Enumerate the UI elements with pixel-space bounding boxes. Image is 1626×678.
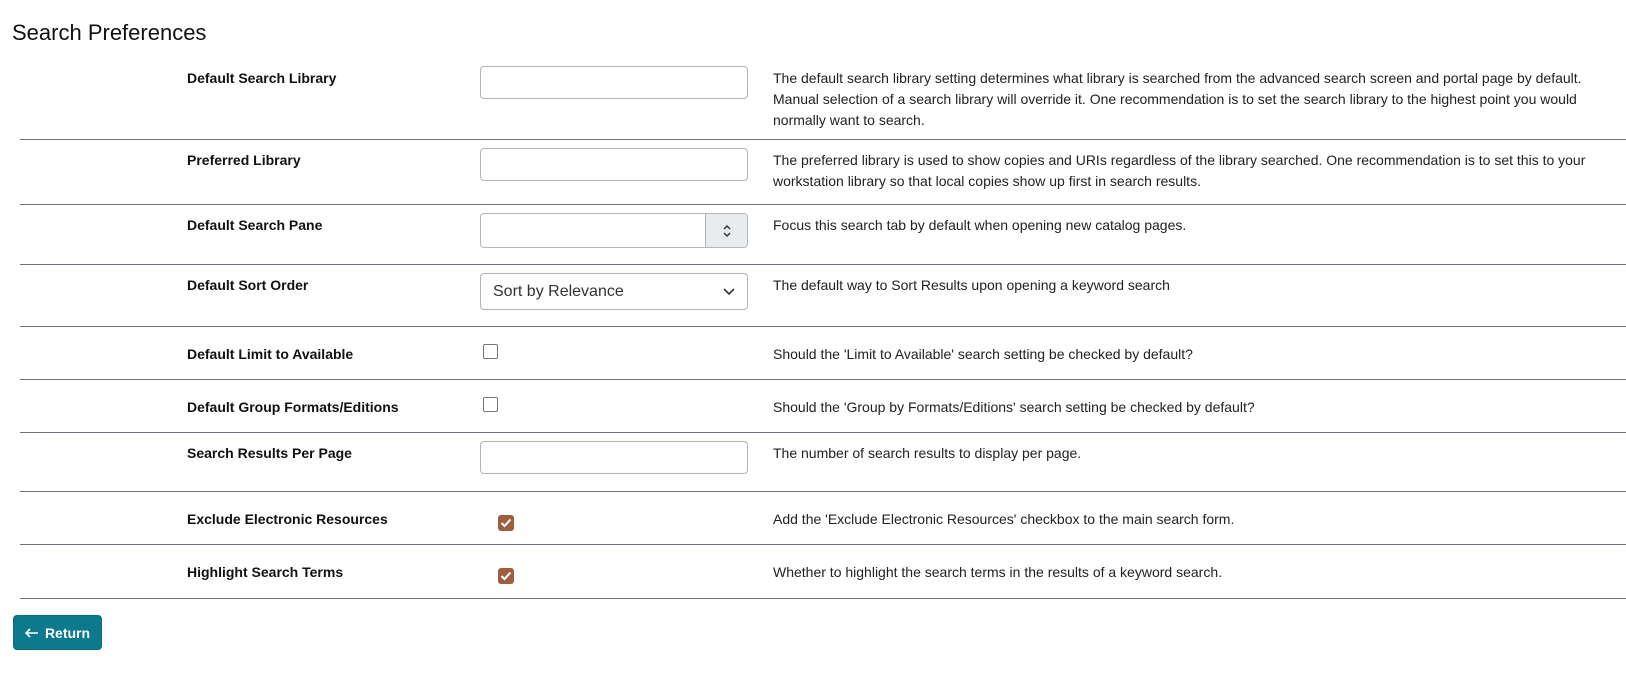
default-limit-to-available-label: Default Limit to Available <box>187 346 354 362</box>
up-down-chevron-icon[interactable] <box>705 214 747 247</box>
default-group-formats-editions-label: Default Group Formats/Editions <box>187 399 399 415</box>
checkmark-icon <box>500 518 512 528</box>
checkmark-icon <box>500 571 512 581</box>
default-sort-order-selected: Sort by Relevance <box>493 282 624 300</box>
default-search-library-label: Default Search Library <box>187 70 337 86</box>
search-results-per-page-label: Search Results Per Page <box>187 445 352 461</box>
pref-row-default-group-formats-editions: Default Group Formats/Editions Should th… <box>20 380 1626 433</box>
default-search-pane-description: Focus this search tab by default when op… <box>773 217 1187 233</box>
default-limit-to-available-description: Should the 'Limit to Available' search s… <box>773 346 1193 362</box>
default-search-library-input[interactable] <box>480 66 748 99</box>
pref-row-default-sort-order: Default Sort Order Sort by Relevance The… <box>20 265 1626 327</box>
pref-row-search-results-per-page: Search Results Per Page The number of se… <box>20 433 1626 492</box>
arrow-left-icon <box>24 627 38 638</box>
page-title: Search Preferences <box>12 20 207 45</box>
exclude-electronic-resources-checkbox[interactable] <box>498 515 514 531</box>
preferred-library-description: The preferred library is used to show co… <box>773 152 1586 189</box>
search-results-per-page-input[interactable] <box>480 441 748 474</box>
exclude-electronic-resources-description: Add the 'Exclude Electronic Resources' c… <box>773 511 1235 527</box>
default-search-library-description: The default search library setting deter… <box>773 70 1582 128</box>
highlight-search-terms-checkbox[interactable] <box>498 568 514 584</box>
pref-row-default-search-library: Default Search Library The default searc… <box>20 58 1626 140</box>
preferred-library-label: Preferred Library <box>187 152 301 168</box>
search-preferences-form: Default Search Library The default searc… <box>20 58 1626 599</box>
default-group-formats-editions-description: Should the 'Group by Formats/Editions' s… <box>773 399 1255 415</box>
pref-row-highlight-search-terms: Highlight Search Terms Whether to highli… <box>20 545 1626 599</box>
default-group-formats-editions-checkbox[interactable] <box>483 397 498 412</box>
default-sort-order-description: The default way to Sort Results upon ope… <box>773 277 1170 293</box>
return-button[interactable]: Return <box>13 615 102 650</box>
default-search-pane-label: Default Search Pane <box>187 217 323 233</box>
pref-row-default-limit-to-available: Default Limit to Available Should the 'L… <box>20 327 1626 380</box>
return-button-label: Return <box>44 624 91 641</box>
pref-row-exclude-electronic-resources: Exclude Electronic Resources Add the 'Ex… <box>20 492 1626 545</box>
pref-row-preferred-library: Preferred Library The preferred library … <box>20 140 1626 205</box>
default-search-pane-field[interactable] <box>481 214 705 247</box>
default-search-pane-stepper[interactable] <box>480 213 748 248</box>
default-sort-order-select[interactable]: Sort by Relevance <box>480 273 748 310</box>
highlight-search-terms-description: Whether to highlight the search terms in… <box>773 564 1222 580</box>
pref-row-default-search-pane: Default Search Pane Focus this search ta… <box>20 205 1626 265</box>
preferred-library-input[interactable] <box>480 148 748 181</box>
default-limit-to-available-checkbox[interactable] <box>483 344 498 359</box>
highlight-search-terms-label: Highlight Search Terms <box>187 564 344 580</box>
exclude-electronic-resources-label: Exclude Electronic Resources <box>187 511 388 527</box>
default-sort-order-label: Default Sort Order <box>187 277 309 293</box>
chevron-down-icon <box>723 287 735 295</box>
search-results-per-page-description: The number of search results to display … <box>773 445 1082 461</box>
